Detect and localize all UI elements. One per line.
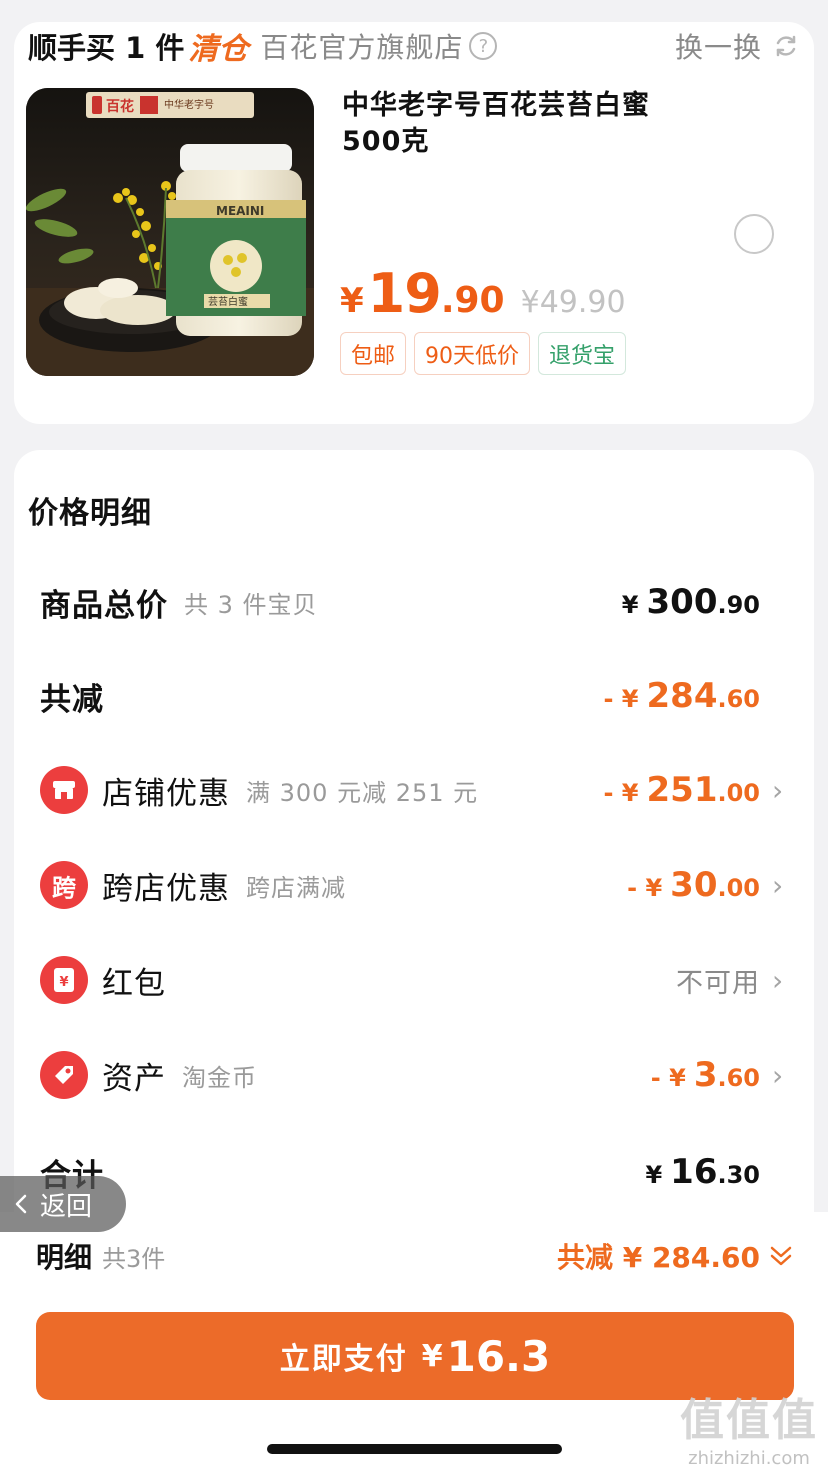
watermark-url: zhizhizhi.com (688, 1448, 810, 1469)
tag-return-insurance: 退货宝 (538, 332, 627, 375)
cross-coupon-amount: - ¥30.00 (627, 865, 760, 905)
total-amount: ¥300.90 (621, 582, 760, 622)
row-cross-coupon[interactable]: 跨 跨店优惠 跨店满减 - ¥30.00 › (40, 855, 788, 915)
pay-amount: 16.3 (446, 1331, 551, 1381)
svg-text:¥: ¥ (59, 975, 68, 990)
store-name[interactable]: 百花官方旗舰店 (260, 26, 463, 66)
row-total: 商品总价 共 3 件宝贝 ¥300.90 (40, 572, 788, 632)
reduce-summary[interactable]: 共减 ¥ 284.60 (557, 1236, 794, 1276)
red-packet-label: 红包 (102, 965, 166, 1002)
upsell-title: 顺手买 1 件 清仓 百花官方旗舰店 ? (28, 26, 498, 67)
total-sub: 共 3 件宝贝 (184, 590, 318, 619)
watermark-logo: 值值值 (680, 1395, 818, 1446)
watermark: 值值值 zhizhizhi.com (680, 1384, 818, 1469)
red-packet-icon: ¥ (40, 956, 88, 1004)
item-count: 共3件 (102, 1244, 166, 1273)
price-int: 19 (367, 262, 442, 325)
product-name[interactable]: 中华老字号百花芸苔白蜜 500克 (342, 88, 722, 160)
price-dec: .90 (440, 280, 505, 321)
sum-amount: ¥16.30 (645, 1152, 760, 1192)
row-reduce: 共减 - ¥284.60 (40, 666, 788, 726)
upsell-title-main: 顺手买 1 件 (28, 31, 185, 65)
price-detail-title: 价格明细 (28, 496, 152, 531)
tag-low-price: 90天低价 (414, 332, 531, 375)
detail-toggle-left[interactable]: 明细 共3件 (36, 1236, 165, 1276)
row-asset[interactable]: 资产 淘金币 - ¥3.60 › (40, 1045, 788, 1105)
shop-coupon-label: 店铺优惠 (102, 775, 230, 812)
tag-free-shipping: 包邮 (340, 332, 407, 375)
chevron-right-icon: › (772, 1058, 784, 1092)
product-tags: 包邮 90天低价 退货宝 (340, 332, 627, 375)
product-name-line1: 中华老字号百花芸苔白蜜 (342, 90, 650, 121)
product-image[interactable]: 百花 中华老字号 MEAINI 芸苔白蜜 (26, 88, 314, 376)
pay-yen: ¥ (421, 1338, 443, 1374)
asset-sub: 淘金币 (182, 1063, 257, 1092)
shop-coupon-sub: 满 300 元减 251 元 (246, 778, 479, 807)
back-label: 返回 (40, 1191, 93, 1222)
chevron-right-icon: › (772, 963, 784, 997)
brand-text: 百花 (106, 98, 134, 115)
tag-icon (40, 1051, 88, 1099)
row-sum: 合计 ¥16.30 (40, 1142, 788, 1202)
asset-amount: - ¥3.60 (650, 1055, 760, 1095)
jar-label: MEAINI (216, 204, 264, 218)
asset-label: 资产 (102, 1060, 166, 1097)
chevron-right-icon: › (772, 773, 784, 807)
row-shop-coupon[interactable]: 店铺优惠 满 300 元减 251 元 - ¥251.00 › (40, 760, 788, 820)
cross-coupon-sub: 跨店满减 (246, 873, 346, 902)
swap-label: 换一换 (674, 31, 762, 64)
brand-sub: 中华老字号 (164, 98, 214, 111)
product-price: ¥ 19 .90 ¥49.90 (340, 262, 626, 325)
double-chevron-down-icon (770, 1246, 792, 1266)
clearance-label: 清仓 (188, 32, 249, 67)
row-red-packet[interactable]: ¥ 红包 不可用 › (40, 950, 788, 1010)
reduce-amount: - ¥284.60 (603, 676, 760, 716)
help-icon[interactable]: ? (469, 32, 498, 60)
shop-coupon-amount: - ¥251.00 (603, 770, 760, 810)
product-name-line2: 500克 (342, 126, 430, 157)
chevron-left-icon (15, 1194, 27, 1214)
refresh-icon (776, 35, 796, 57)
select-radio[interactable] (734, 214, 774, 254)
price-yen: ¥ (340, 281, 364, 321)
jar-sub: 芸苔白蜜 (208, 295, 248, 308)
back-button[interactable]: 返回 (0, 1176, 126, 1232)
original-price: ¥49.90 (520, 285, 626, 320)
shop-icon (40, 766, 88, 814)
chevron-right-icon: › (772, 868, 784, 902)
total-label: 商品总价 (40, 587, 168, 624)
cross-store-icon: 跨 (40, 861, 88, 909)
reduce-label: 共减 (40, 681, 104, 718)
cross-coupon-label: 跨店优惠 (102, 870, 230, 907)
swap-button[interactable]: 换一换 (675, 26, 800, 66)
home-indicator[interactable] (267, 1444, 562, 1454)
reduce-summary-text: 共减 ¥ 284.60 (556, 1241, 760, 1274)
price-detail-card (14, 450, 814, 1230)
pay-label: 立即支付 (279, 1342, 408, 1377)
detail-label: 明细 (36, 1241, 93, 1274)
red-packet-status: 不可用 (676, 967, 760, 999)
